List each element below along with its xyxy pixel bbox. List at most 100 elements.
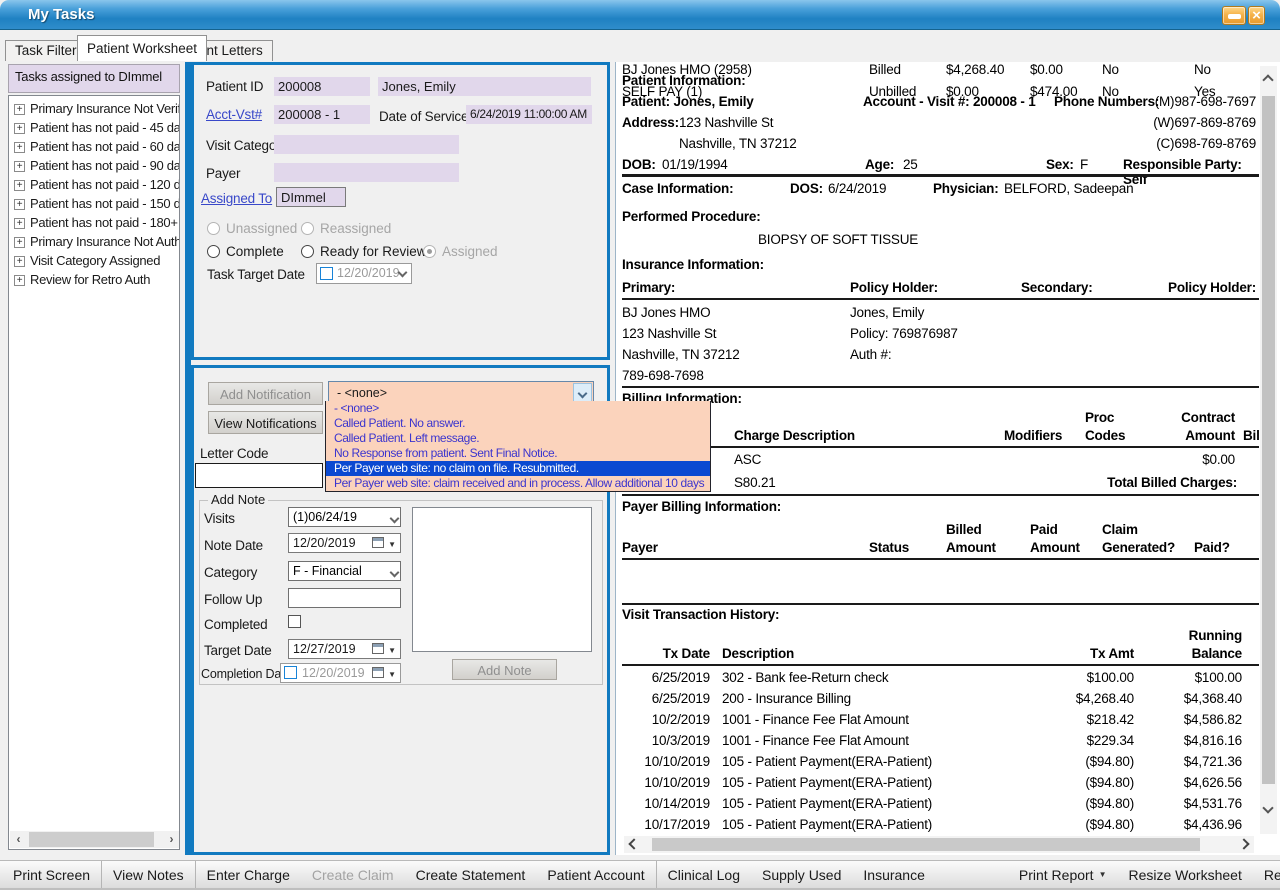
transaction-row: 10/17/2019105 - Patient Payment(ERA-Pati… <box>622 817 1259 837</box>
task-tree-item[interactable]: +Primary Insurance Not Authorized <box>9 232 179 251</box>
scroll-down-icon[interactable] <box>1262 802 1273 813</box>
expand-plus-icon[interactable]: + <box>14 161 25 172</box>
scroll-right-icon[interactable]: › <box>163 831 180 848</box>
calendar-icon[interactable] <box>372 643 384 654</box>
letter-code-input[interactable] <box>195 463 323 488</box>
expand-plus-icon[interactable]: + <box>14 104 25 115</box>
scroll-thumb[interactable] <box>29 832 154 847</box>
notification-option[interactable]: Called Patient. No answer. <box>326 416 710 431</box>
visit-category-field[interactable] <box>274 135 459 154</box>
title-bar[interactable]: My Tasks × <box>0 0 1280 30</box>
notification-option[interactable]: Per Payer web site: no claim on file. Re… <box>326 461 710 476</box>
acct-vst-field[interactable]: 200008 - 1 <box>274 105 370 124</box>
close-button[interactable]: × <box>1248 6 1265 25</box>
target-date-picker[interactable]: 12/27/2019 ▼ <box>288 639 401 659</box>
note-text-area[interactable] <box>412 507 592 652</box>
add-notification-button[interactable]: Add Notification <box>208 382 323 405</box>
completion-date-picker[interactable]: 12/20/2019 ▼ <box>280 663 401 683</box>
scroll-left-icon[interactable]: ‹ <box>10 831 27 848</box>
task-tree-item[interactable]: +Patient has not paid - 90 days <box>9 156 179 175</box>
notification-option[interactable]: - <none> <box>326 401 710 416</box>
minimize-button[interactable] <box>1222 6 1246 25</box>
window-title: My Tasks <box>28 6 94 23</box>
task-target-date-picker[interactable]: 12/20/2019 <box>316 263 412 284</box>
chevron-down-icon[interactable]: ▼ <box>388 646 396 655</box>
tab-patient-worksheet[interactable]: Patient Worksheet <box>77 35 207 61</box>
calendar-icon[interactable] <box>372 667 384 678</box>
scroll-right-icon[interactable] <box>1238 838 1249 849</box>
toolbar-item[interactable]: Clinical Log▼ <box>656 861 751 888</box>
acct-vst-link[interactable]: Acct-Vst# <box>206 107 262 122</box>
follow-up-input[interactable] <box>288 588 401 608</box>
task-tree-hscrollbar[interactable]: ‹ › <box>10 831 180 848</box>
expand-plus-icon[interactable]: + <box>14 237 25 248</box>
toolbar-item[interactable]: Create Claim▼ <box>301 861 405 888</box>
radio-unassigned-label: Unassigned <box>226 221 297 236</box>
note-date-picker[interactable]: 12/20/2019 ▼ <box>288 533 401 553</box>
calendar-icon[interactable] <box>372 537 384 548</box>
task-tree-item[interactable]: +Patient has not paid - 180+ days <box>9 213 179 232</box>
scroll-left-icon[interactable] <box>628 838 639 849</box>
view-notifications-button[interactable]: View Notifications <box>208 411 323 434</box>
policy-number: 769876987 <box>892 326 958 341</box>
expand-plus-icon[interactable]: + <box>14 123 25 134</box>
chevron-down-icon[interactable]: ▼ <box>388 670 396 679</box>
dropdown-arrow-button[interactable] <box>573 383 592 402</box>
expand-plus-icon[interactable]: + <box>14 275 25 286</box>
completion-date-checkbox[interactable] <box>284 666 297 679</box>
task-target-date-checkbox[interactable] <box>320 267 333 280</box>
category-dropdown[interactable]: F - Financial <box>288 561 401 581</box>
assigned-to-field[interactable]: DImmel <box>276 187 346 207</box>
task-tree-item[interactable]: +Review for Retro Auth <box>9 270 179 289</box>
radio-complete-label: Complete <box>226 244 284 259</box>
task-tree-item[interactable]: +Primary Insurance Not Verified <box>9 99 179 118</box>
toolbar-item[interactable]: Print Report▼ <box>1008 861 1118 888</box>
toolbar-item[interactable]: Create Statement▼ <box>405 861 537 888</box>
task-tree-item[interactable]: +Patient has not paid - 120 days <box>9 175 179 194</box>
patient-name-field[interactable]: Jones, Emily <box>378 77 591 96</box>
toolbar-item[interactable]: Print Screen▼ <box>2 861 101 888</box>
radio-unassigned[interactable] <box>207 222 220 235</box>
toolbar-item[interactable]: Enter Charge▼ <box>195 861 301 888</box>
scroll-thumb[interactable] <box>1262 96 1275 784</box>
expand-plus-icon[interactable]: + <box>14 180 25 191</box>
worksheet-vscrollbar[interactable] <box>1260 66 1277 834</box>
toolbar-item[interactable]: Resize Worksheet▼ <box>1118 861 1253 888</box>
toolbar-item[interactable]: View Notes▼ <box>101 861 195 888</box>
radio-assigned[interactable] <box>423 245 436 258</box>
radio-ready-for-review[interactable] <box>301 245 314 258</box>
scroll-thumb[interactable] <box>652 838 1200 851</box>
notification-option[interactable]: Called Patient. Left message. <box>326 431 710 446</box>
payer-billing-rows: BJ Jones HMO (2958)Billed$4,268.40$0.00N… <box>622 62 1259 106</box>
radio-complete[interactable] <box>207 245 220 258</box>
task-tree-item[interactable]: +Patient has not paid - 45 days <box>9 118 179 137</box>
scroll-up-icon[interactable] <box>1262 74 1273 85</box>
toolbar-item[interactable]: Supply Used▼ <box>751 861 852 888</box>
visits-dropdown[interactable]: (1)06/24/19 <box>288 507 401 527</box>
toolbar-item[interactable]: Insurance▼ <box>852 861 935 888</box>
task-tree-item[interactable]: +Patient has not paid - 150 days <box>9 194 179 213</box>
primary-insurance-addr2: Nashville, TN 37212 <box>622 347 740 362</box>
toolbar-item[interactable]: Refresh WorkSheet▼ <box>1253 861 1280 888</box>
task-tree-item[interactable]: +Visit Category Assigned <box>9 251 179 270</box>
add-note-button[interactable]: Add Note <box>452 659 557 680</box>
task-tree-item[interactable]: +Patient has not paid - 60 days <box>9 137 179 156</box>
expand-plus-icon[interactable]: + <box>14 199 25 210</box>
patient-id-field[interactable]: 200008 <box>274 77 370 96</box>
toolbar-item[interactable]: Patient Account▼ <box>536 861 655 888</box>
primary-insurance-phone: 789-698-7698 <box>622 368 704 383</box>
radio-reassigned[interactable] <box>301 222 314 235</box>
expand-plus-icon[interactable]: + <box>14 142 25 153</box>
expand-plus-icon[interactable]: + <box>14 218 25 229</box>
expand-plus-icon[interactable]: + <box>14 256 25 267</box>
worksheet-hscrollbar[interactable] <box>624 836 1254 853</box>
transaction-row: 6/25/2019200 - Insurance Billing$4,268.4… <box>622 691 1259 712</box>
payer-field[interactable] <box>274 163 459 182</box>
notification-option[interactable]: No Response from patient. Sent Final Not… <box>326 446 710 461</box>
chevron-down-icon[interactable]: ▼ <box>388 540 396 549</box>
completed-checkbox[interactable] <box>288 615 301 628</box>
charge-description-header: Charge Description <box>734 428 855 443</box>
notification-option[interactable]: Per Payer web site: claim received and i… <box>326 476 710 491</box>
performed-procedure-label: Performed Procedure: <box>622 209 761 224</box>
assigned-to-link[interactable]: Assigned To <box>201 191 272 206</box>
